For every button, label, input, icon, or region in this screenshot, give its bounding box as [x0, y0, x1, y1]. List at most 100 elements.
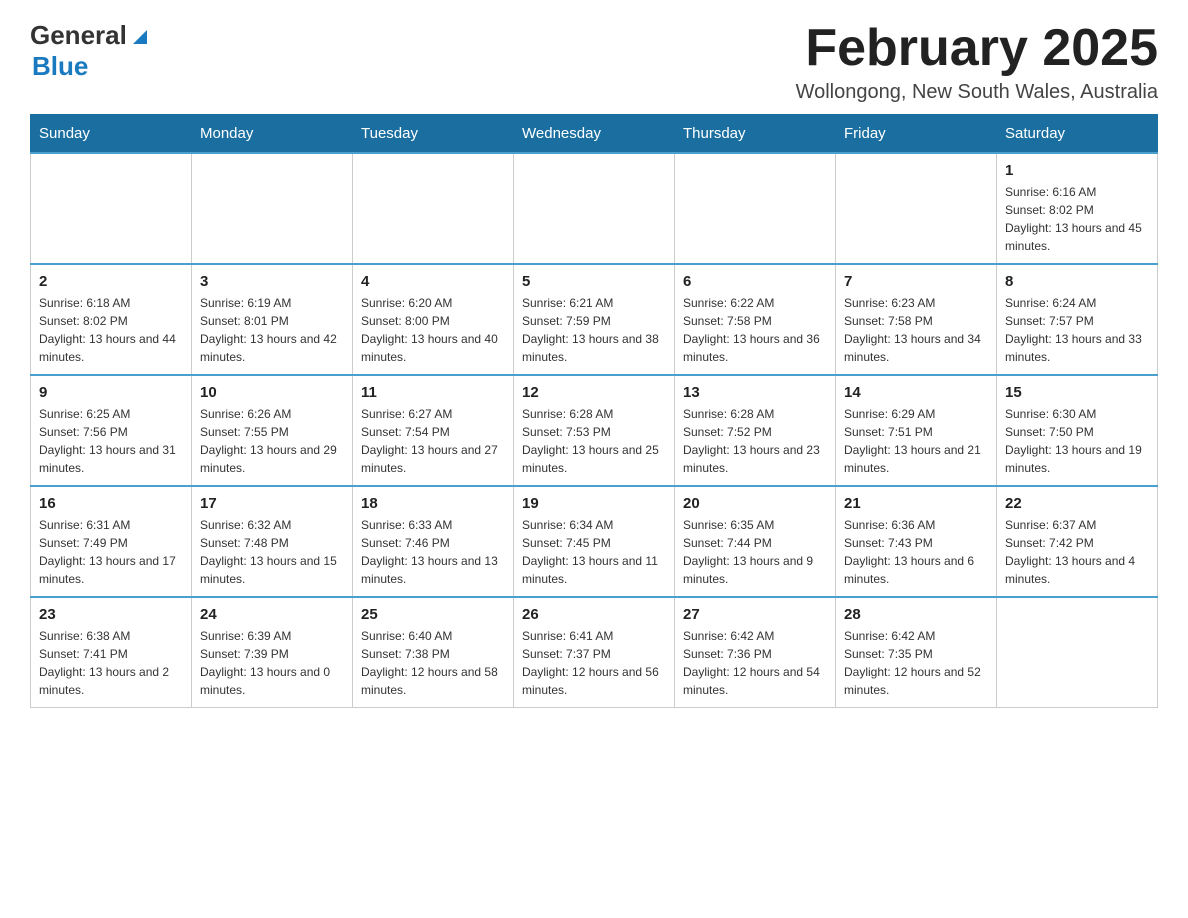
logo-blue-text: Blue — [32, 51, 88, 82]
day-number: 14 — [844, 384, 988, 401]
day-info: Sunrise: 6:22 AMSunset: 7:58 PMDaylight:… — [683, 294, 827, 366]
day-info: Sunrise: 6:37 AMSunset: 7:42 PMDaylight:… — [1005, 516, 1149, 588]
calendar-day-cell — [514, 153, 675, 264]
calendar-day-cell: 7 Sunrise: 6:23 AMSunset: 7:58 PMDaylight… — [836, 264, 997, 375]
calendar-day-cell: 1 Sunrise: 6:16 AMSunset: 8:02 PMDaylight… — [997, 153, 1158, 264]
day-number: 10 — [200, 384, 344, 401]
day-info: Sunrise: 6:34 AMSunset: 7:45 PMDaylight:… — [522, 516, 666, 588]
day-info: Sunrise: 6:38 AMSunset: 7:41 PMDaylight:… — [39, 627, 183, 699]
day-info: Sunrise: 6:36 AMSunset: 7:43 PMDaylight:… — [844, 516, 988, 588]
day-number: 8 — [1005, 273, 1149, 290]
calendar-day-cell: 21 Sunrise: 6:36 AMSunset: 7:43 PMDayligh… — [836, 486, 997, 597]
day-number: 13 — [683, 384, 827, 401]
day-number: 17 — [200, 495, 344, 512]
day-number: 19 — [522, 495, 666, 512]
day-number: 5 — [522, 273, 666, 290]
calendar-day-cell — [997, 597, 1158, 708]
page-title: February 2025 — [796, 20, 1158, 77]
day-number: 16 — [39, 495, 183, 512]
day-info: Sunrise: 6:32 AMSunset: 7:48 PMDaylight:… — [200, 516, 344, 588]
logo-triangle-icon — [129, 26, 151, 48]
page-header: General Blue February 2025 Wollongong, N… — [30, 20, 1158, 104]
day-info: Sunrise: 6:18 AMSunset: 8:02 PMDaylight:… — [39, 294, 183, 366]
calendar-day-cell: 23 Sunrise: 6:38 AMSunset: 7:41 PMDayligh… — [31, 597, 192, 708]
page-subtitle: Wollongong, New South Wales, Australia — [796, 81, 1158, 104]
day-header-saturday: Saturday — [997, 115, 1158, 154]
calendar-day-cell — [192, 153, 353, 264]
calendar-day-cell: 12Sunrise: 6:28 AMSunset: 7:53 PMDayligh… — [514, 375, 675, 486]
logo-general-text: General — [30, 20, 127, 51]
day-info: Sunrise: 6:31 AMSunset: 7:49 PMDaylight:… — [39, 516, 183, 588]
day-info: Sunrise: 6:25 AMSunset: 7:56 PMDaylight:… — [39, 405, 183, 477]
calendar-day-cell: 3 Sunrise: 6:19 AMSunset: 8:01 PMDaylight… — [192, 264, 353, 375]
calendar-day-cell: 16 Sunrise: 6:31 AMSunset: 7:49 PMDayligh… — [31, 486, 192, 597]
day-number: 1 — [1005, 162, 1149, 179]
logo-line2: Blue — [32, 51, 151, 82]
day-number: 23 — [39, 606, 183, 623]
day-number: 28 — [844, 606, 988, 623]
calendar-day-cell: 27 Sunrise: 6:42 AMSunset: 7:36 PMDayligh… — [675, 597, 836, 708]
day-number: 20 — [683, 495, 827, 512]
day-header-sunday: Sunday — [31, 115, 192, 154]
calendar-week-row: 9 Sunrise: 6:25 AMSunset: 7:56 PMDaylight… — [31, 375, 1158, 486]
day-number: 24 — [200, 606, 344, 623]
day-info: Sunrise: 6:24 AMSunset: 7:57 PMDaylight:… — [1005, 294, 1149, 366]
title-area: February 2025 Wollongong, New South Wale… — [796, 20, 1158, 104]
calendar-day-cell — [675, 153, 836, 264]
day-header-thursday: Thursday — [675, 115, 836, 154]
calendar-day-cell: 9 Sunrise: 6:25 AMSunset: 7:56 PMDaylight… — [31, 375, 192, 486]
day-info: Sunrise: 6:23 AMSunset: 7:58 PMDaylight:… — [844, 294, 988, 366]
calendar-week-row: 2 Sunrise: 6:18 AMSunset: 8:02 PMDaylight… — [31, 264, 1158, 375]
day-info: Sunrise: 6:16 AMSunset: 8:02 PMDaylight:… — [1005, 183, 1149, 255]
calendar-day-cell: 18 Sunrise: 6:33 AMSunset: 7:46 PMDayligh… — [353, 486, 514, 597]
day-number: 18 — [361, 495, 505, 512]
calendar-day-cell: 6Sunrise: 6:22 AMSunset: 7:58 PMDaylight… — [675, 264, 836, 375]
day-info: Sunrise: 6:42 AMSunset: 7:35 PMDaylight:… — [844, 627, 988, 699]
calendar-day-cell: 17 Sunrise: 6:32 AMSunset: 7:48 PMDayligh… — [192, 486, 353, 597]
calendar-day-cell: 28 Sunrise: 6:42 AMSunset: 7:35 PMDayligh… — [836, 597, 997, 708]
day-number: 15 — [1005, 384, 1149, 401]
logo: General Blue — [30, 20, 151, 82]
day-info: Sunrise: 6:42 AMSunset: 7:36 PMDaylight:… — [683, 627, 827, 699]
calendar-day-cell: 4 Sunrise: 6:20 AMSunset: 8:00 PMDaylight… — [353, 264, 514, 375]
day-number: 4 — [361, 273, 505, 290]
calendar-day-cell — [353, 153, 514, 264]
calendar-week-row: 16 Sunrise: 6:31 AMSunset: 7:49 PMDayligh… — [31, 486, 1158, 597]
calendar-day-cell: 26Sunrise: 6:41 AMSunset: 7:37 PMDayligh… — [514, 597, 675, 708]
calendar-day-cell: 22Sunrise: 6:37 AMSunset: 7:42 PMDayligh… — [997, 486, 1158, 597]
calendar-day-cell: 11 Sunrise: 6:27 AMSunset: 7:54 PMDayligh… — [353, 375, 514, 486]
day-number: 26 — [522, 606, 666, 623]
day-info: Sunrise: 6:27 AMSunset: 7:54 PMDaylight:… — [361, 405, 505, 477]
calendar-day-cell: 8 Sunrise: 6:24 AMSunset: 7:57 PMDaylight… — [997, 264, 1158, 375]
day-number: 27 — [683, 606, 827, 623]
day-info: Sunrise: 6:29 AMSunset: 7:51 PMDaylight:… — [844, 405, 988, 477]
day-number: 2 — [39, 273, 183, 290]
day-info: Sunrise: 6:28 AMSunset: 7:53 PMDaylight:… — [522, 405, 666, 477]
calendar-week-row: 23 Sunrise: 6:38 AMSunset: 7:41 PMDayligh… — [31, 597, 1158, 708]
calendar-day-cell: 19 Sunrise: 6:34 AMSunset: 7:45 PMDayligh… — [514, 486, 675, 597]
calendar-day-cell: 13 Sunrise: 6:28 AMSunset: 7:52 PMDayligh… — [675, 375, 836, 486]
calendar-day-cell — [31, 153, 192, 264]
day-info: Sunrise: 6:40 AMSunset: 7:38 PMDaylight:… — [361, 627, 505, 699]
day-info: Sunrise: 6:33 AMSunset: 7:46 PMDaylight:… — [361, 516, 505, 588]
day-header-tuesday: Tuesday — [353, 115, 514, 154]
day-info: Sunrise: 6:19 AMSunset: 8:01 PMDaylight:… — [200, 294, 344, 366]
day-number: 9 — [39, 384, 183, 401]
calendar-table: SundayMondayTuesdayWednesdayThursdayFrid… — [30, 114, 1158, 708]
day-number: 21 — [844, 495, 988, 512]
calendar-day-cell: 5 Sunrise: 6:21 AMSunset: 7:59 PMDaylight… — [514, 264, 675, 375]
day-info: Sunrise: 6:26 AMSunset: 7:55 PMDaylight:… — [200, 405, 344, 477]
calendar-week-row: 1 Sunrise: 6:16 AMSunset: 8:02 PMDaylight… — [31, 153, 1158, 264]
day-info: Sunrise: 6:20 AMSunset: 8:00 PMDaylight:… — [361, 294, 505, 366]
logo-line1: General — [30, 20, 151, 51]
day-header-friday: Friday — [836, 115, 997, 154]
calendar-day-cell: 15Sunrise: 6:30 AMSunset: 7:50 PMDayligh… — [997, 375, 1158, 486]
day-info: Sunrise: 6:28 AMSunset: 7:52 PMDaylight:… — [683, 405, 827, 477]
day-number: 11 — [361, 384, 505, 401]
day-number: 7 — [844, 273, 988, 290]
day-info: Sunrise: 6:21 AMSunset: 7:59 PMDaylight:… — [522, 294, 666, 366]
calendar-day-cell — [836, 153, 997, 264]
day-header-monday: Monday — [192, 115, 353, 154]
calendar-header-row: SundayMondayTuesdayWednesdayThursdayFrid… — [31, 115, 1158, 154]
day-number: 3 — [200, 273, 344, 290]
